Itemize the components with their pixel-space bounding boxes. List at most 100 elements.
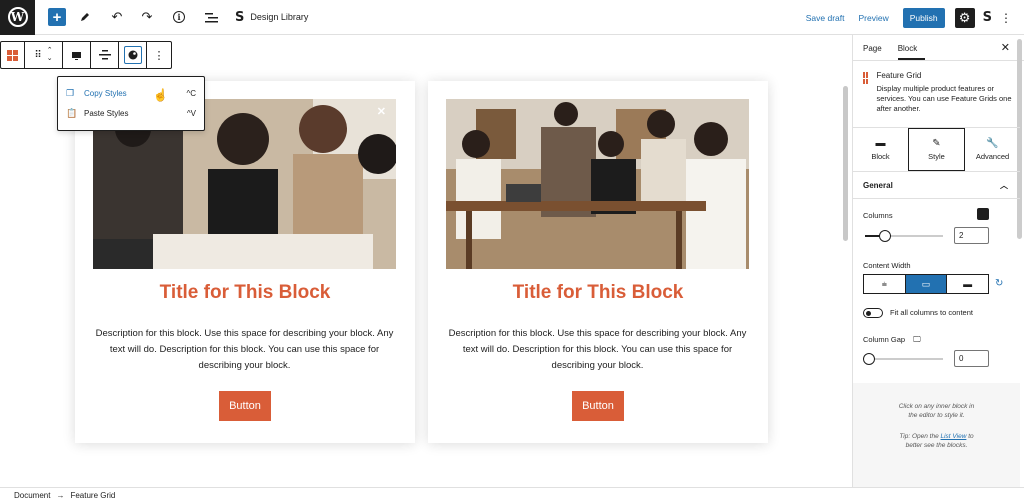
- block-toolbar: ⠿ ⌃ ⌄ ⋮: [0, 41, 172, 69]
- inspector-tab-block[interactable]: ▬ Block: [853, 128, 908, 171]
- wordpress-logo[interactable]: W: [0, 0, 35, 35]
- responsive-icon[interactable]: [977, 208, 989, 220]
- inspector-tab-label: Advanced: [975, 152, 1010, 161]
- align-wide-icon: ▭: [921, 278, 931, 289]
- align-center-icon: [98, 50, 111, 60]
- block-name: Feature Grid: [876, 71, 922, 80]
- fit-columns-label: Fit all columns to content: [890, 308, 973, 317]
- content-width-narrow[interactable]: ⩧: [864, 275, 906, 293]
- move-up-down-icon[interactable]: ⌃ ⌄: [47, 47, 53, 63]
- align-narrow-icon: ⩧: [881, 278, 887, 289]
- details-button[interactable]: i: [167, 5, 191, 29]
- more-vertical-icon: ⋮: [153, 49, 165, 62]
- add-block-button[interactable]: +: [48, 8, 66, 26]
- preview-button[interactable]: Preview: [859, 13, 889, 23]
- block-description: Display multiple product features or ser…: [876, 84, 1012, 113]
- paste-icon: 📋: [66, 107, 78, 118]
- wordpress-w-icon: W: [7, 7, 28, 27]
- inspector-tab-style[interactable]: ✎ Style: [908, 128, 965, 171]
- paste-shortcut: ^V: [186, 108, 196, 118]
- breadcrumb-document[interactable]: Document: [14, 491, 50, 500]
- column-gap-input[interactable]: 0: [954, 350, 989, 367]
- drag-move-controls[interactable]: ⠿ ⌃ ⌄: [25, 42, 63, 68]
- more-options-icon[interactable]: ⋮: [1000, 11, 1012, 25]
- content-width-options: ⩧ ▭ ▬: [863, 274, 989, 294]
- tip-line-1: Tip: Open the List View to: [853, 432, 1020, 441]
- feature-grid-icon: [7, 49, 18, 61]
- arrow-right-icon: →: [56, 490, 65, 500]
- column-gap-slider[interactable]: [863, 353, 943, 365]
- paste-styles-label: Paste Styles: [84, 108, 129, 118]
- card-button[interactable]: Button: [572, 391, 624, 421]
- publish-button[interactable]: Publish: [902, 7, 945, 28]
- canvas-scrollbar[interactable]: [843, 86, 848, 241]
- design-library-label: Design Library: [250, 12, 309, 22]
- inspector-tab-advanced[interactable]: 🔧 Advanced: [965, 128, 1020, 171]
- help-line-2: the editor to style it.: [908, 412, 965, 419]
- list-view-link[interactable]: List View: [941, 433, 967, 440]
- general-label: General: [863, 180, 893, 190]
- desktop-icon[interactable]: 🖵: [913, 335, 921, 345]
- columns-input[interactable]: 2: [954, 227, 989, 244]
- editor-top-bar: W + ↶ ↷ i S Design Library Save draft Pr…: [0, 0, 1024, 35]
- paste-styles-menu-item[interactable]: 📋 Paste Styles ^V: [66, 103, 196, 123]
- block-tab-icon: ▬: [875, 138, 886, 149]
- columns-slider[interactable]: [865, 230, 943, 242]
- drag-handle-icon[interactable]: ⠿: [34, 50, 41, 61]
- tab-page[interactable]: Page: [863, 44, 890, 60]
- block-type-button[interactable]: [1, 42, 25, 68]
- styles-popover-menu: ❐ Copy Styles ^C 📋 Paste Styles ^V: [57, 76, 205, 131]
- settings-sidebar: Page Block ✕ Feature Grid Display multip…: [852, 35, 1024, 487]
- copy-paste-styles-button[interactable]: [119, 42, 147, 68]
- tab-block[interactable]: Block: [897, 44, 926, 60]
- help-line-1: Click on any inner block in: [898, 403, 975, 410]
- info-icon: i: [173, 11, 185, 23]
- content-width-wide[interactable]: ▭: [905, 275, 948, 293]
- card-description[interactable]: Description for this block. Use this spa…: [446, 326, 749, 374]
- help-notice: Click on any inner block in the editor t…: [853, 383, 1020, 487]
- brush-icon: ✎: [932, 138, 941, 149]
- column-gap-slider-knob[interactable]: [863, 353, 875, 365]
- general-panel-header[interactable]: General ︿: [853, 172, 1020, 199]
- close-sidebar-icon[interactable]: ✕: [1001, 41, 1010, 54]
- columns-label: Columns: [863, 211, 893, 220]
- feature-card-1[interactable]: ✕ Title for This Block Description for t…: [75, 81, 415, 443]
- card-description[interactable]: Description for this block. Use this spa…: [93, 326, 396, 374]
- settings-gear-icon[interactable]: ⚙: [954, 7, 975, 28]
- stackable-s-icon: S: [235, 9, 245, 25]
- image-close-icon[interactable]: ✕: [377, 105, 386, 118]
- block-options-button[interactable]: ⋮: [147, 42, 171, 68]
- reset-icon[interactable]: ↻: [995, 278, 1003, 289]
- chevron-up-icon: ︿: [1000, 180, 1008, 190]
- copy-shortcut: ^C: [186, 88, 196, 98]
- list-view-icon[interactable]: [199, 5, 223, 29]
- inspector-tab-label: Block: [871, 152, 890, 161]
- inspector-tab-label: Style: [928, 152, 945, 161]
- stackable-settings-icon[interactable]: S: [983, 10, 992, 25]
- content-width-icon: [72, 51, 81, 60]
- pencil-icon[interactable]: [73, 5, 97, 29]
- styles-palette-icon: [123, 46, 142, 64]
- card-image-2[interactable]: [446, 99, 749, 269]
- feature-grid-icon: [863, 72, 869, 84]
- redo-icon[interactable]: ↷: [135, 5, 159, 29]
- card-title[interactable]: Title for This Block: [75, 282, 415, 304]
- card-button[interactable]: Button: [219, 391, 271, 421]
- breadcrumb-current[interactable]: Feature Grid: [70, 491, 115, 500]
- align-button[interactable]: [91, 42, 119, 68]
- copy-icon: ❐: [66, 87, 75, 98]
- feature-card-2[interactable]: Title for This Block Description for thi…: [428, 81, 768, 443]
- tip-prefix: Tip: Open the: [899, 433, 941, 440]
- card-title[interactable]: Title for This Block: [428, 282, 768, 304]
- undo-icon[interactable]: ↶: [105, 5, 129, 29]
- content-width-label: Content Width: [863, 261, 911, 270]
- save-draft-button[interactable]: Save draft: [806, 13, 845, 23]
- block-width-button[interactable]: [63, 42, 91, 68]
- copy-styles-menu-item[interactable]: ❐ Copy Styles ^C: [66, 83, 196, 103]
- content-width-full[interactable]: ▬: [947, 275, 988, 293]
- fit-columns-toggle[interactable]: [863, 308, 883, 318]
- columns-slider-knob[interactable]: [879, 230, 891, 242]
- copy-styles-label: Copy Styles: [84, 88, 127, 98]
- breadcrumb: Document → Feature Grid: [0, 487, 1024, 502]
- design-library-button[interactable]: S Design Library: [235, 10, 308, 25]
